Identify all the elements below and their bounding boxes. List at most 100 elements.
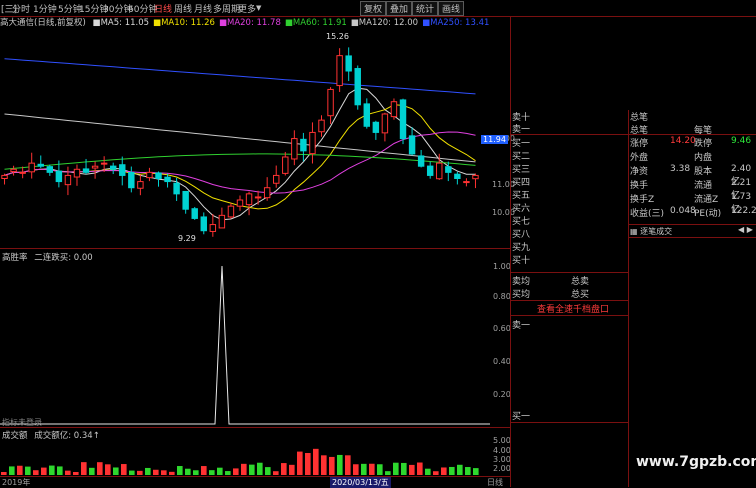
candle[interactable] <box>408 135 416 155</box>
candle[interactable] <box>119 164 126 176</box>
stat-label: 净资 <box>630 167 649 177</box>
stats-button[interactable]: 统计 <box>412 1 439 16</box>
candle[interactable] <box>309 131 316 155</box>
candle[interactable] <box>381 113 389 134</box>
candle[interactable] <box>245 193 253 206</box>
chevron-left-icon[interactable]: ◀ <box>738 225 744 234</box>
candle[interactable] <box>463 181 470 184</box>
candle[interactable] <box>146 171 153 179</box>
chevron-right-icon[interactable]: ▶ <box>747 225 753 234</box>
volume-bar <box>137 470 143 475</box>
candle[interactable] <box>454 173 461 180</box>
section-divider <box>628 224 756 225</box>
period-tab-multi[interactable]: 多周期 <box>213 2 240 15</box>
buy-level-8: 买八 <box>512 230 531 240</box>
full-depth-link[interactable]: 查看全速千档盘口 <box>537 302 609 315</box>
period-tab-1min[interactable]: 1分钟 <box>33 2 57 15</box>
candle[interactable] <box>209 224 217 232</box>
volume-bar <box>97 462 103 475</box>
candle[interactable] <box>236 199 244 207</box>
candle[interactable] <box>273 174 280 184</box>
overlay-button[interactable]: 叠加 <box>386 1 413 16</box>
volume-bar <box>361 463 367 475</box>
candle[interactable] <box>472 174 479 180</box>
volume-bar <box>297 451 303 475</box>
candle[interactable] <box>173 182 180 195</box>
candle[interactable] <box>436 162 443 180</box>
trades-nav: ◀ ▶ <box>738 225 753 234</box>
candle[interactable] <box>227 205 235 218</box>
candle[interactable] <box>254 196 262 199</box>
volume-bar <box>113 467 119 475</box>
candle[interactable] <box>82 168 90 173</box>
candle[interactable] <box>73 168 81 178</box>
ind1-axis-label: 0.40 <box>493 357 511 366</box>
candle[interactable] <box>109 165 117 170</box>
candle[interactable] <box>345 55 352 72</box>
candle[interactable] <box>191 208 198 219</box>
watermark: www.7gpzb.com <box>636 454 756 470</box>
candle[interactable] <box>155 172 162 180</box>
candle[interactable] <box>300 138 307 152</box>
volume-bar <box>169 471 175 475</box>
total-trades-label: 总笔 <box>630 113 649 123</box>
candle[interactable] <box>291 138 298 160</box>
period-tab-daily[interactable]: 日线 <box>154 2 172 15</box>
candle[interactable] <box>37 163 44 167</box>
candle[interactable] <box>164 176 171 183</box>
candle[interactable] <box>100 162 108 165</box>
candle[interactable] <box>363 103 371 127</box>
candle[interactable] <box>91 165 99 169</box>
volume-bar <box>153 469 159 475</box>
candle[interactable] <box>182 190 189 210</box>
candle[interactable] <box>336 55 343 87</box>
candle[interactable] <box>327 88 334 117</box>
candle[interactable] <box>390 101 398 118</box>
candle[interactable] <box>445 166 452 173</box>
ind1-axis-label: 0.20 <box>493 390 511 399</box>
candle[interactable] <box>282 156 289 174</box>
candle[interactable] <box>318 119 325 133</box>
period-tab-monthly[interactable]: 月线 <box>194 2 212 15</box>
buy-level-1: 买一 <box>512 139 531 149</box>
indicator1-chart[interactable] <box>0 262 490 427</box>
volume-bar <box>81 462 87 475</box>
candle[interactable] <box>10 168 17 173</box>
draw-line-button[interactable]: 画线 <box>438 1 465 16</box>
section-divider <box>511 422 628 423</box>
candle[interactable] <box>417 155 425 167</box>
candle[interactable] <box>28 162 35 173</box>
candle[interactable] <box>1 174 8 180</box>
high-price-label: 15.26 <box>326 32 349 41</box>
buy-level-2: 买二 <box>512 152 531 162</box>
ind1-axis-label: 0.80 <box>493 292 511 301</box>
candle[interactable] <box>263 187 271 199</box>
candle[interactable] <box>354 68 361 106</box>
candle[interactable] <box>55 170 63 183</box>
period-tab-fenshi[interactable]: 分时 <box>12 2 30 15</box>
candle[interactable] <box>64 174 72 186</box>
candle[interactable] <box>19 171 26 174</box>
volume-chart[interactable] <box>0 438 490 475</box>
volume-bar <box>281 463 287 475</box>
candle[interactable] <box>372 121 380 133</box>
trades-header[interactable]: ▦ 逐笔成交 <box>630 226 672 237</box>
period-tab-more[interactable]: 更多 <box>238 2 256 15</box>
candle[interactable] <box>426 165 434 176</box>
candle[interactable] <box>218 214 226 229</box>
candle[interactable] <box>137 181 144 189</box>
candle[interactable] <box>128 172 135 189</box>
ma-line <box>4 153 476 170</box>
fuquan-button[interactable]: 复权 <box>360 1 387 16</box>
price-chart[interactable] <box>0 28 510 248</box>
period-tab-weekly[interactable]: 周线 <box>174 2 192 15</box>
candle[interactable] <box>200 216 207 232</box>
buy-level-5: 买五 <box>512 191 531 201</box>
ind1-axis-label: 0.60 <box>493 324 511 333</box>
stat-label: 股本 <box>694 167 713 177</box>
ind2-axis-label: 5.00 <box>493 436 511 445</box>
candle[interactable] <box>46 166 54 173</box>
candle[interactable] <box>399 99 407 140</box>
low-price-label: 9.29 <box>178 234 196 243</box>
volume-bar <box>313 448 319 475</box>
